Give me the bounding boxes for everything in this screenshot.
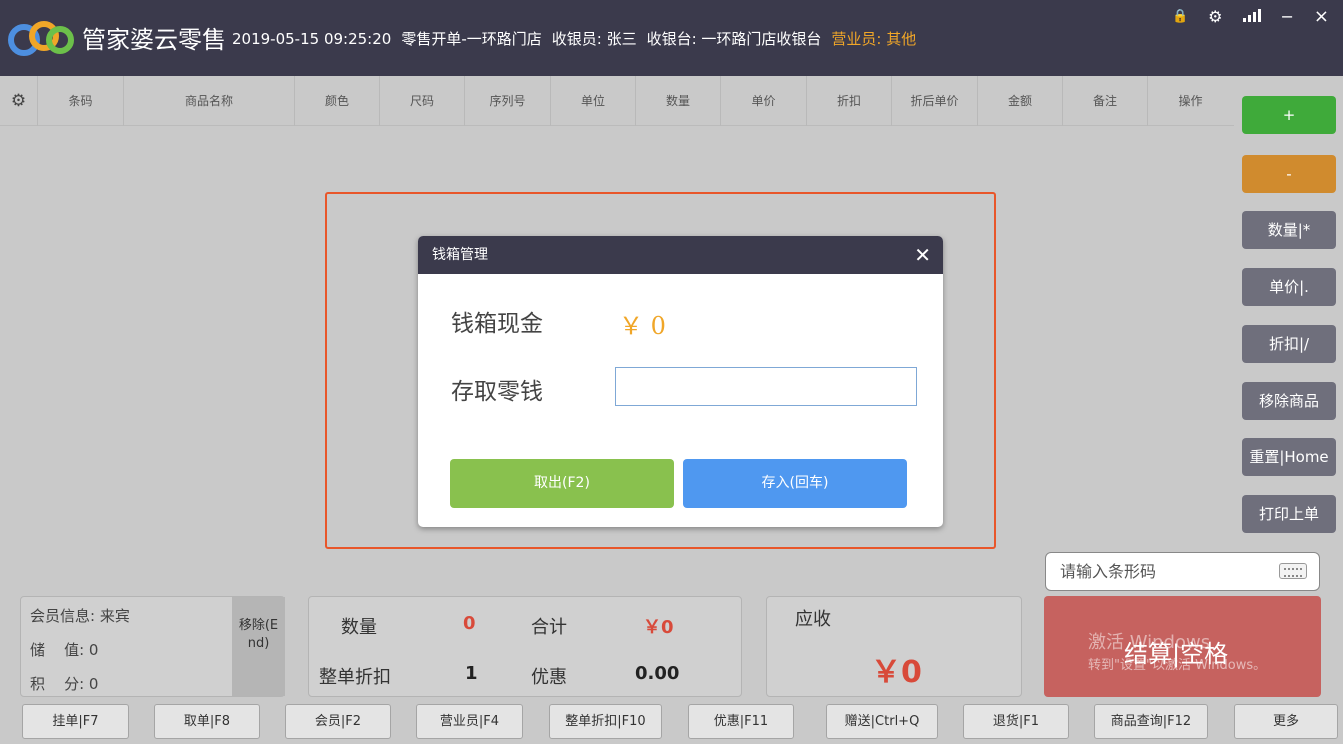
dialog-title: 钱箱管理 — [432, 247, 488, 263]
column-discount: 折扣 — [807, 76, 892, 126]
header-info: 2019-05-15 09:25:20 零售开单-一环路门店 收银员: 张三 收银台:… — [232, 28, 916, 49]
add-quantity-button[interactable]: + — [1242, 96, 1336, 134]
column-operation: 操作 — [1178, 94, 1203, 108]
more-button[interactable]: 更多 — [1234, 704, 1338, 739]
salesperson-button[interactable]: 营业员|F4 — [416, 704, 523, 739]
retrieve-order-button[interactable]: 取单|F8 — [154, 704, 260, 739]
column-unit-price: 单价 — [721, 76, 807, 126]
print-last-button[interactable]: 打印上单 — [1242, 495, 1336, 533]
header-store: -一环路门店 — [461, 30, 542, 48]
reduce-quantity-button[interactable]: - — [1242, 155, 1336, 193]
close-icon[interactable]: ✕ — [914, 236, 931, 274]
keyboard-icon[interactable] — [1279, 563, 1307, 579]
column-size: 尺码 — [380, 76, 465, 126]
member-points: 积 分: 0 — [30, 675, 99, 693]
gift-button[interactable]: 赠送|Ctrl+Q — [826, 704, 938, 739]
minimize-icon[interactable]: − — [1281, 7, 1294, 26]
remove-member-label: 移除(End) — [238, 618, 279, 651]
column-quantity: 数量 — [636, 76, 721, 126]
cash-label: 钱箱现金 — [451, 311, 543, 337]
signal-icon — [1242, 7, 1261, 26]
totals-panel: 数量 0 合计 ￥0 整单折扣 1 优惠 0.00 — [308, 596, 742, 697]
lock-icon[interactable]: 🔒 — [1172, 9, 1188, 24]
app-name: 管家婆云零售 — [82, 26, 226, 54]
quantity-button[interactable]: 数量|* — [1242, 211, 1336, 249]
promo-label: 优惠 — [531, 667, 567, 688]
sum-value: ￥0 — [643, 617, 674, 638]
column-amount: 金额 — [978, 76, 1063, 126]
header-cashier: 收银员: 张三 — [551, 30, 637, 48]
header-mode: 零售开单 — [401, 30, 462, 48]
receivable-panel: 应收 ￥0 — [766, 596, 1022, 697]
sum-label: 合计 — [531, 617, 567, 638]
header-datetime: 2019-05-15 09:25:20 — [232, 30, 392, 48]
column-discounted-price: 折后单价 — [892, 76, 978, 126]
member-stored-value: 储 值: 0 — [30, 641, 99, 659]
order-discount-button[interactable]: 整单折扣|F10 — [549, 704, 662, 739]
product-search-button[interactable]: 商品查询|F12 — [1094, 704, 1208, 739]
column-unit: 单位 — [551, 76, 636, 126]
dialog-title-bar: 钱箱管理 ✕ — [418, 236, 943, 274]
member-panel: 会员信息: 来宾 储 值: 0 积 分: 0 移除(End) — [20, 596, 285, 697]
withdraw-button[interactable]: 取出(F2) — [450, 459, 674, 508]
promotion-button[interactable]: 优惠|F11 — [688, 704, 794, 739]
unit-price-button[interactable]: 单价|. — [1242, 268, 1336, 306]
column-color: 颜色 — [295, 76, 380, 126]
app-logo-icon — [8, 21, 74, 56]
deposit-button[interactable]: 存入(回车) — [683, 459, 907, 508]
receivable-label: 应收 — [795, 609, 831, 630]
order-discount-label: 整单折扣 — [319, 667, 391, 688]
column-remark: 备注 — [1063, 76, 1148, 126]
remove-product-button[interactable]: 移除商品 — [1242, 382, 1336, 420]
header-register: 收银台: 一环路门店收银台 — [646, 30, 822, 48]
item-table-header: ⚙ 条码 商品名称 颜色 尺码 序列号 单位 数量 单价 折扣 折后单价 金额 … — [0, 76, 1234, 126]
close-window-icon[interactable]: × — [1314, 6, 1329, 27]
change-amount-input[interactable] — [615, 367, 917, 406]
cash-value: ￥ 0 — [619, 312, 666, 340]
cash-box-dialog: 钱箱管理 ✕ 钱箱现金 ￥ 0 存取零钱 取出(F2) 存入(回车) — [418, 236, 943, 527]
barcode-placeholder: 请输入条形码 — [1060, 562, 1157, 581]
member-button[interactable]: 会员|F2 — [285, 704, 391, 739]
hold-order-button[interactable]: 挂单|F7 — [22, 704, 129, 739]
qty-label: 数量 — [341, 617, 377, 638]
column-settings-gear-icon[interactable]: ⚙ — [0, 76, 38, 126]
discount-button[interactable]: 折扣|/ — [1242, 325, 1336, 363]
receivable-value: ￥0 — [871, 655, 922, 690]
return-button[interactable]: 退货|F1 — [963, 704, 1069, 739]
reset-button[interactable]: 重置|Home — [1242, 438, 1336, 476]
settings-icon[interactable]: ⚙ — [1208, 7, 1222, 26]
change-label: 存取零钱 — [451, 379, 543, 405]
column-barcode: 条码 — [38, 76, 124, 126]
title-bar: 管家婆云零售 2019-05-15 09:25:20 零售开单-一环路门店 收银员:… — [0, 0, 1343, 76]
header-salesperson[interactable]: 营业员: 其他 — [831, 30, 916, 48]
column-serial: 序列号 — [465, 76, 551, 126]
member-info: 会员信息: 来宾 — [30, 607, 130, 625]
right-action-panel: + - 数量|* 单价|. 折扣|/ 移除商品 重置|Home 打印上单 — [1234, 76, 1343, 550]
column-product-name: 商品名称 — [124, 76, 295, 126]
order-discount-value: 1 — [465, 663, 478, 684]
windows-activation-hint: 转到"设置"以激活 Windows。 — [1088, 658, 1267, 673]
checkout-button[interactable]: 激活 Windows 结算|空格 转到"设置"以激活 Windows。 — [1044, 596, 1321, 697]
remove-member-button[interactable]: 移除(End) — [232, 597, 285, 696]
promo-value: 0.00 — [635, 663, 680, 684]
window-controls: 🔒 ⚙ − × — [1172, 6, 1329, 27]
qty-value: 0 — [463, 613, 476, 634]
barcode-input[interactable]: 请输入条形码 — [1045, 552, 1320, 591]
